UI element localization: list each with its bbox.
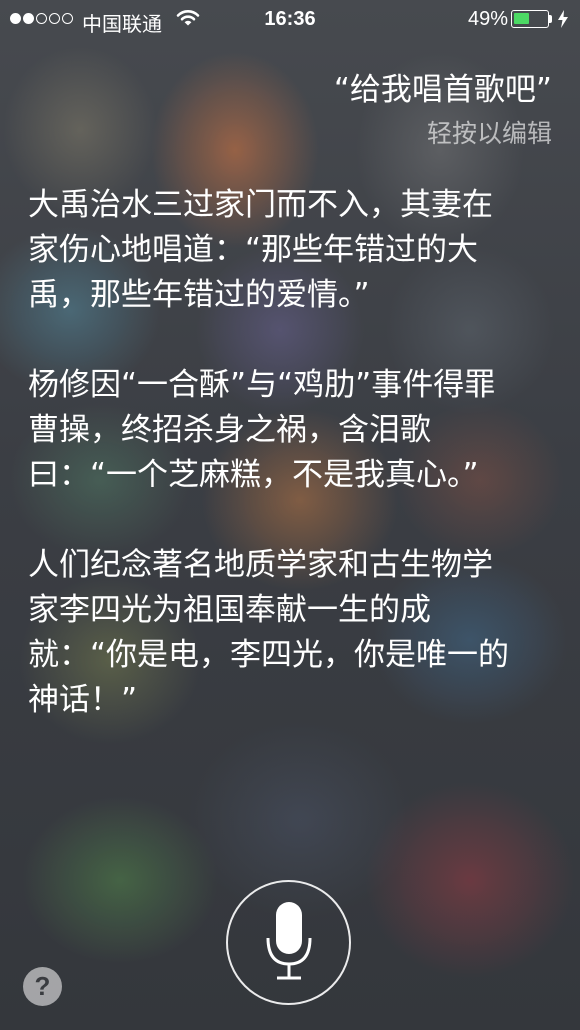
tap-to-edit-hint[interactable]: 轻按以编辑 [427,114,552,150]
user-query[interactable]: “给我唱首歌吧” [334,64,552,109]
lightning-icon [557,10,569,34]
status-bar: 中国联通 16:36 49% [0,0,580,40]
response-paragraph: 杨修因“一合酥”与“鸡肋”事件得罪曹操，终招杀身之祸，含泪歌曰：“一个芝麻糕，不… [28,367,496,493]
microphone-button[interactable] [226,880,351,1005]
battery-cap [549,15,552,23]
battery-level-fill [514,13,529,24]
response-paragraph: 人们纪念著名地质学家和古生物学家李四光为祖国奉献一生的成就：“你是电，李四光，你… [28,547,510,718]
response-paragraph: 大禹治水三过家门而不入，其妻在家伤心地唱道：“那些年错过的大禹，那些年错过的爱情… [28,187,493,313]
help-button[interactable]: ? [23,967,62,1006]
microphone-icon [264,902,314,988]
siri-response: 大禹治水三过家门而不入，其妻在家伤心地唱道：“那些年错过的大禹，那些年错过的爱情… [28,183,523,768]
battery-percentage: 49% [467,8,508,30]
siri-screen: 中国联通 16:36 49% “给我唱首歌吧” 轻按以编辑 大禹治水三过家门而不… [0,0,580,1030]
battery-icon [511,10,549,28]
